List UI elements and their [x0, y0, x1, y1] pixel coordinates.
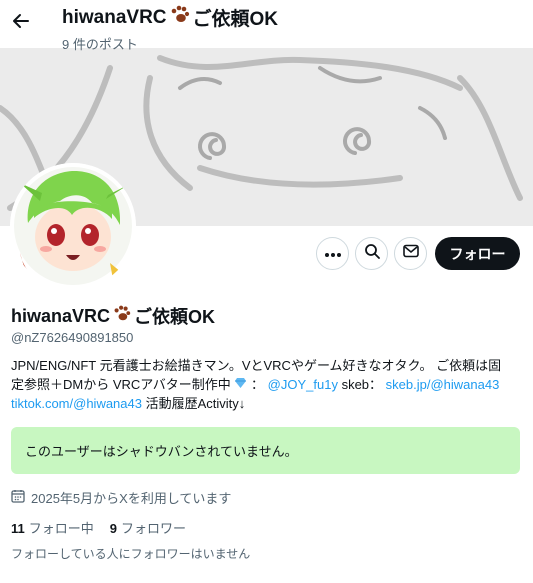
more-button[interactable]: [316, 237, 349, 270]
follow-button[interactable]: フォロー: [435, 237, 520, 270]
bio-text: skeb：: [341, 377, 383, 392]
profile-bio: JPN/ENG/NFT 元看護士お絵描きマン。VとVRCやゲーム好きなオタク。 …: [11, 356, 525, 413]
avatar-image: [10, 163, 136, 289]
bio-text: 活動履歴Activity↓: [145, 396, 246, 411]
more-icon: [324, 245, 342, 263]
shadowban-notice: このユーザーはシャドウバンされていません。: [11, 427, 520, 474]
following-link[interactable]: 11 フォロー中: [11, 518, 94, 537]
following-count: 11: [11, 521, 25, 536]
bio-text: ：: [251, 377, 265, 392]
bio-line-1: JPN/ENG/NFT 元看護士お絵描きマン。VとVRCやゲーム好きなオタク。 …: [11, 358, 502, 373]
back-arrow-icon[interactable]: [8, 8, 34, 34]
mention-link[interactable]: @JOY_fu1y: [268, 377, 338, 392]
following-label: フォロー中: [28, 521, 94, 536]
follow-stats: 11 フォロー中 9 フォロワー: [11, 518, 186, 537]
calendar-icon: [11, 489, 25, 506]
post-count: 9 件のポスト: [62, 37, 138, 52]
skeb-link[interactable]: skeb.jp/@hiwana43: [386, 377, 500, 392]
diamond-icon: [234, 377, 251, 392]
title-name: hiwanaVRC: [62, 6, 167, 28]
followers-count: 9: [109, 521, 117, 536]
followers-label: フォロワー: [121, 521, 187, 536]
mail-icon: [402, 244, 419, 263]
header-title-block: hiwanaVRC ご依頼OK 9 件のポスト: [62, 4, 278, 53]
page-title: hiwanaVRC ご依頼OK: [62, 4, 278, 31]
joined-date: 2025年5月からXを利用しています: [11, 488, 231, 507]
tiktok-link[interactable]: tiktok.com/@hiwana43: [11, 396, 142, 411]
bio-line-3: tiktok.com/@hiwana43 活動履歴Activity↓: [11, 394, 525, 413]
paw-icon: [169, 5, 191, 31]
search-icon: [364, 243, 380, 264]
mutual-followers-note: フォローしている人にフォロワーはいません: [11, 547, 251, 561]
profile-name: hiwanaVRC ご依頼OK: [11, 303, 215, 329]
profile-name-text: hiwanaVRC: [11, 305, 111, 326]
search-button[interactable]: [355, 237, 388, 270]
profile-handle: @nZ7626490891850: [11, 330, 134, 345]
title-suffix: ご依頼OK: [192, 9, 279, 30]
paw-icon: [112, 305, 132, 328]
message-button[interactable]: [394, 237, 427, 270]
followers-link[interactable]: 9 フォロワー: [110, 518, 186, 537]
top-bar: hiwanaVRC ご依頼OK 9 件のポスト: [0, 0, 533, 52]
avatar[interactable]: [10, 163, 136, 289]
profile-name-suffix: ご依頼OK: [134, 307, 216, 327]
joined-text: 2025年5月からXを利用しています: [31, 491, 232, 506]
bio-line-2: 定参照＋DMから VRCアバター制作中 ： @JOY_fu1y skeb： sk…: [11, 375, 525, 394]
bio-text: 定参照＋DMから VRCアバター制作中: [11, 377, 231, 392]
